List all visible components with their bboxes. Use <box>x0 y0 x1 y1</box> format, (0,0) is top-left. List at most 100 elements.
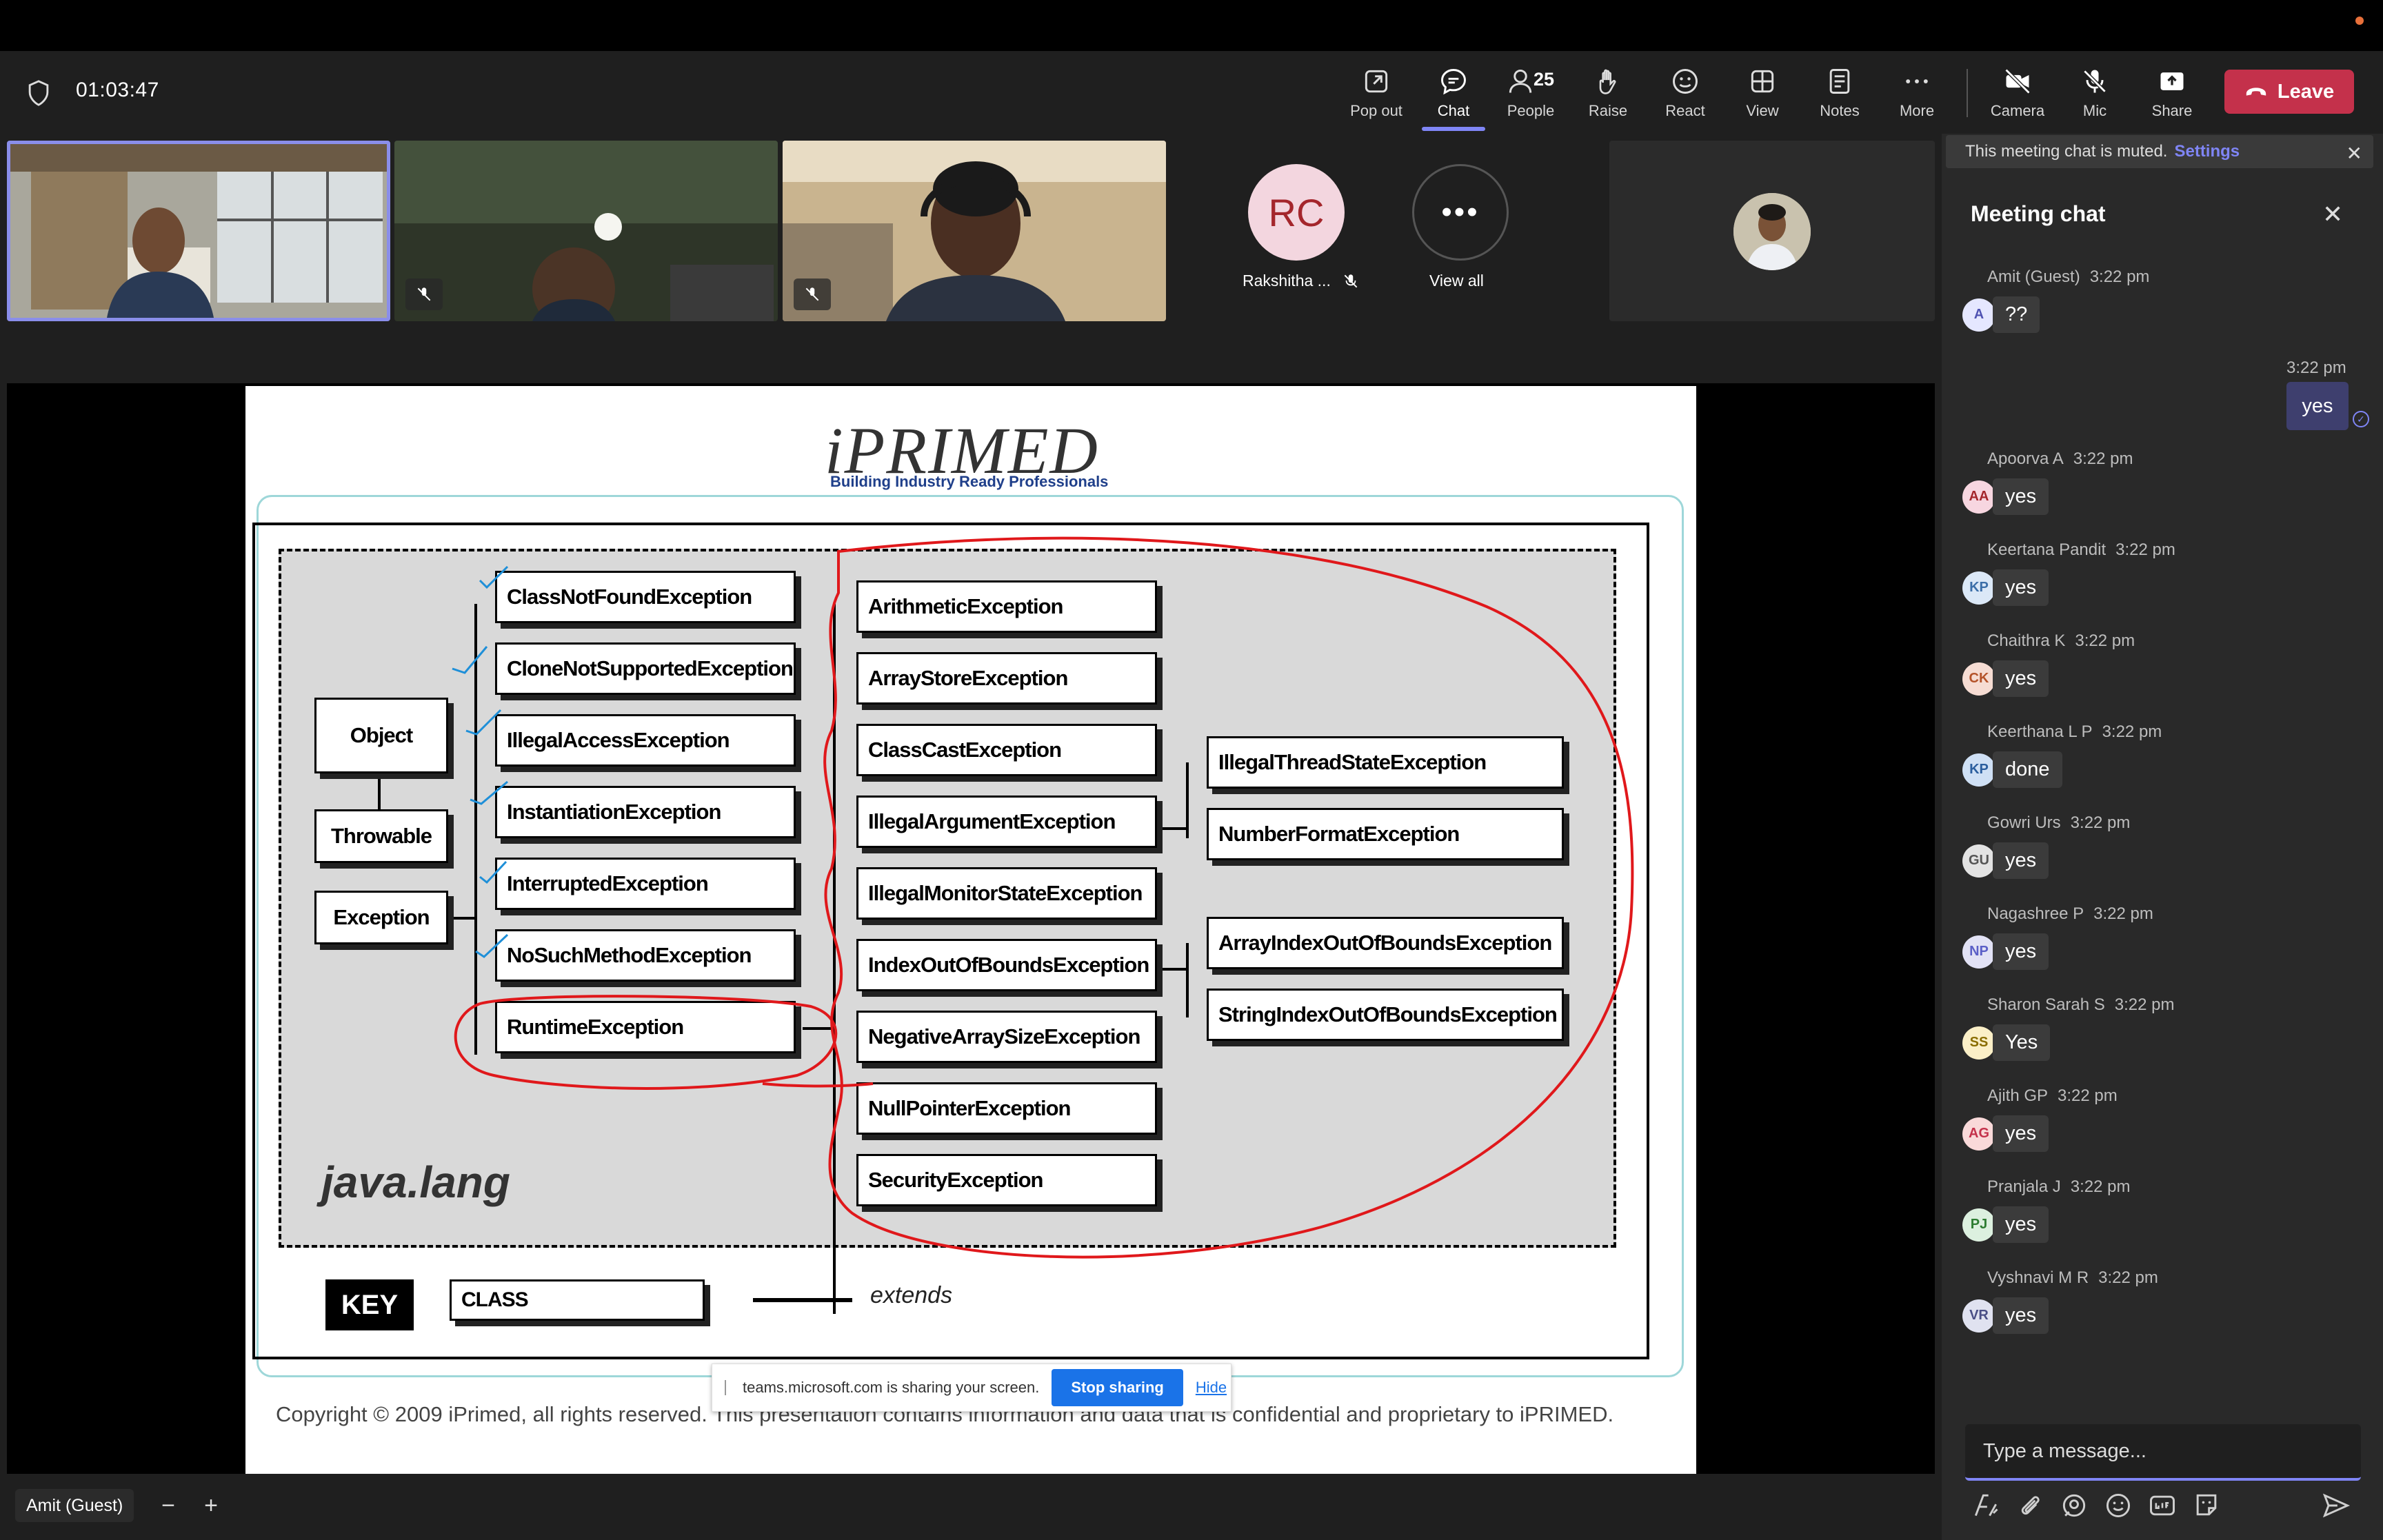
sender-name: Pranjala J <box>1987 1177 2061 1196</box>
loop-icon[interactable] <box>2059 1490 2089 1521</box>
chat-message[interactable]: Amit (Guest) 3:22 pm A?? <box>1962 267 2149 333</box>
recording-indicator <box>2355 17 2364 25</box>
pen-annotation-layer <box>452 536 1634 1259</box>
shield-icon[interactable] <box>26 79 51 107</box>
view-button[interactable]: View <box>1728 65 1797 128</box>
muted-notice-text: This meeting chat is muted. <box>1965 142 2168 161</box>
message-bubble[interactable]: yes <box>1993 478 2049 515</box>
chat-message-row: KP yes <box>1962 569 2175 606</box>
chat-message[interactable]: Nagashree P 3:22 pm NP yes <box>1962 904 2153 970</box>
close-chat-icon[interactable]: ✕ <box>2322 200 2343 229</box>
annotation-ellipse-runtime-subclasses <box>823 536 1634 1259</box>
sender-avatar[interactable]: KP <box>1962 753 1995 787</box>
chat-message-row: PJ yes <box>1962 1206 2130 1243</box>
grid-view-icon <box>1751 70 1774 93</box>
notes-icon <box>1829 69 1850 94</box>
message-bubble[interactable]: ?? <box>1993 296 2040 333</box>
sticker-icon[interactable] <box>2191 1490 2222 1521</box>
message-input[interactable]: Type a message... <box>1965 1424 2361 1481</box>
send-icon[interactable] <box>2321 1490 2351 1521</box>
chat-message[interactable]: Keerthana L P 3:22 pm KP done <box>1962 722 2162 788</box>
chat-message[interactable]: Vyshnavi M R 3:22 pm VR yes <box>1962 1268 2158 1334</box>
chat-button[interactable]: Chat <box>1419 65 1488 128</box>
attach-icon[interactable] <box>2015 1490 2045 1521</box>
sender-name: Amit (Guest) <box>1987 267 2080 286</box>
mic-off-icon <box>417 287 431 301</box>
react-button[interactable]: React <box>1651 65 1720 128</box>
video-tile-participant-2[interactable] <box>394 141 778 321</box>
sender-avatar[interactable]: NP <box>1962 935 1995 969</box>
chat-message[interactable]: Ajith GP 3:22 pm AG yes <box>1962 1086 2118 1152</box>
people-button[interactable]: People <box>1496 65 1565 128</box>
zoom-out-button[interactable]: − <box>150 1489 186 1522</box>
view-all-button[interactable]: ••• <box>1412 164 1509 261</box>
notes-button[interactable]: Notes <box>1805 65 1874 128</box>
message-bubble[interactable]: yes <box>1993 1206 2049 1243</box>
drag-handle-icon[interactable] <box>725 1380 730 1395</box>
video-tile-participant-3[interactable] <box>783 141 1166 321</box>
share-button[interactable]: Share <box>2138 65 2206 128</box>
sender-name: Apoorva A <box>1987 449 2064 468</box>
message-bubble[interactable]: yes <box>1993 569 2049 606</box>
mic-label: Mic <box>2082 102 2107 119</box>
sender-avatar[interactable]: VR <box>1962 1299 1995 1333</box>
sender-name: Keerthana L P <box>1987 722 2093 741</box>
popout-button[interactable]: Pop out <box>1342 65 1411 128</box>
leave-button[interactable]: Leave <box>2224 70 2354 114</box>
more-button[interactable]: More <box>1882 65 1951 128</box>
message-bubble[interactable]: yes <box>1993 1115 2049 1152</box>
chat-message[interactable]: Sharon Sarah S 3:22 pm SS Yes <box>1962 995 2175 1061</box>
more-icon <box>1906 79 1928 83</box>
chat-message[interactable]: Pranjala J 3:22 pm PJ yes <box>1962 1177 2130 1243</box>
sender-avatar[interactable]: PJ <box>1962 1208 1995 1242</box>
chat-active-indicator <box>1422 127 1485 131</box>
people-icon <box>1509 69 1532 93</box>
my-message-bubble[interactable]: yes <box>2286 382 2349 430</box>
close-icon[interactable]: ✕ <box>2346 142 2362 165</box>
chat-message[interactable]: Gowri Urs 3:22 pm GU yes <box>1962 813 2130 879</box>
share-icon <box>2160 72 2184 90</box>
hide-banner-link[interactable]: Hide <box>1196 1379 1227 1397</box>
zoom-in-button[interactable]: + <box>193 1489 229 1522</box>
message-bubble[interactable]: yes <box>1993 1297 2049 1334</box>
system-bar <box>0 0 2383 51</box>
sender-avatar[interactable]: A <box>1962 298 1995 332</box>
format-icon[interactable] <box>1971 1490 2001 1521</box>
emoji-icon[interactable] <box>2103 1490 2133 1521</box>
chat-message[interactable]: Keertana Pandit 3:22 pm KP yes <box>1962 540 2175 606</box>
chat-message[interactable]: Apoorva A 3:22 pm AA yes <box>1962 449 2133 515</box>
message-bubble[interactable]: Yes <box>1993 1024 2051 1061</box>
message-bubble[interactable]: yes <box>1993 933 2049 970</box>
people-count: 25 <box>1534 69 1555 90</box>
video-tile-presenter[interactable] <box>7 141 390 321</box>
more-label: More <box>1899 102 1935 119</box>
chat-message-row: A?? <box>1962 296 2149 333</box>
message-bubble[interactable]: done <box>1993 751 2062 788</box>
sender-avatar[interactable]: GU <box>1962 844 1995 878</box>
notes-label: Notes <box>1820 102 1860 119</box>
chat-settings-link[interactable]: Settings <box>2174 142 2240 161</box>
sender-avatar[interactable]: AG <box>1962 1117 1995 1151</box>
sender-avatar[interactable]: CK <box>1962 662 1995 696</box>
mic-button[interactable]: Mic <box>2060 65 2129 128</box>
participant-avatar-rc[interactable]: RC <box>1248 164 1345 261</box>
message-bubble[interactable]: yes <box>1993 660 2049 697</box>
sender-avatar[interactable]: AA <box>1962 480 1995 514</box>
camera-button[interactable]: Camera <box>1983 65 2052 128</box>
raise-hand-button[interactable]: Raise <box>1573 65 1642 128</box>
message-bubble[interactable]: yes <box>1993 842 2049 879</box>
chat-message[interactable]: Chaithra K 3:22 pm CK yes <box>1962 631 2135 697</box>
sender-name: Vyshnavi M R <box>1987 1268 2089 1287</box>
participant-3-muted-badge <box>794 278 831 310</box>
chat-message-row: NP yes <box>1962 933 2153 970</box>
teams-meeting-window: 01:03:47 Pop out Chat People 25 Raise Re… <box>0 0 2383 1540</box>
gif-icon[interactable] <box>2147 1490 2178 1521</box>
sender-name: Nagashree P <box>1987 904 2084 923</box>
chat-message-meta: Pranjala J 3:22 pm <box>1987 1177 2130 1197</box>
chat-message-meta: Vyshnavi M R 3:22 pm <box>1987 1268 2158 1288</box>
sender-avatar[interactable]: SS <box>1962 1026 1995 1060</box>
sender-avatar[interactable]: KP <box>1962 571 1995 605</box>
sender-name: Sharon Sarah S <box>1987 995 2105 1014</box>
stop-sharing-button[interactable]: Stop sharing <box>1052 1369 1183 1406</box>
message-time: 3:22 pm <box>2114 995 2175 1014</box>
